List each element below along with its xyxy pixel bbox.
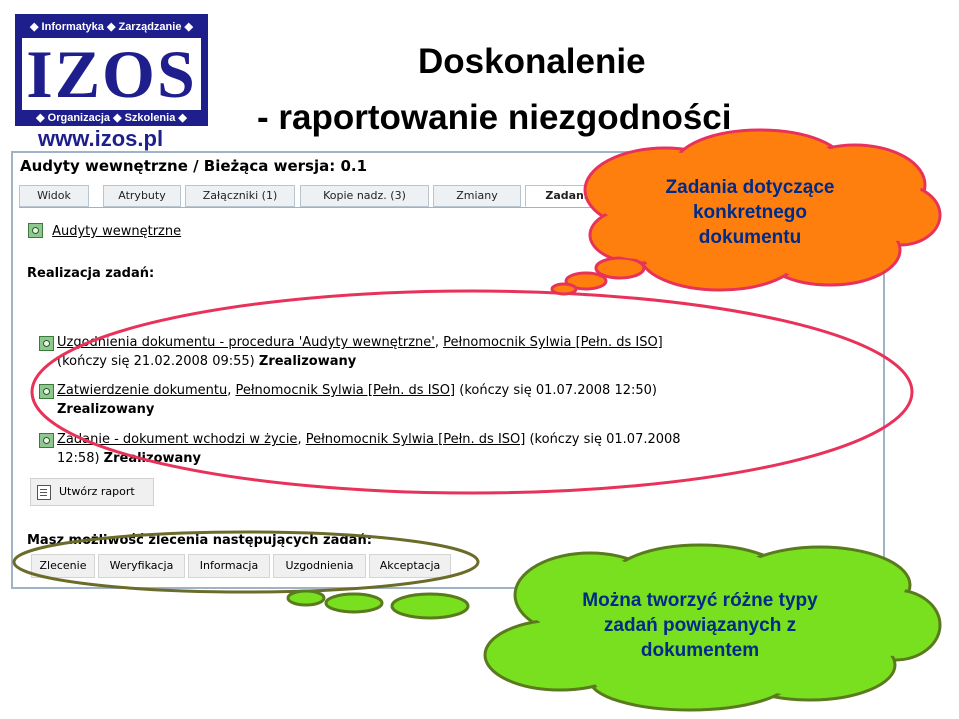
buttons-highlight-ellipse [12,530,480,594]
green-callout-line: Można tworzyć różne typy [582,590,818,611]
orange-callout-text: Zadania dotyczące konkretnego dokumentu [600,175,900,250]
orange-callout-line: dokumentu [698,227,802,248]
orange-callout-line: Zadania dotyczące [665,177,835,198]
green-callout-text: Można tworzyć różne typy zadań powiązany… [520,588,880,663]
green-callout-line: dokumentem [640,640,760,661]
tasks-highlight-ellipse [30,289,914,495]
green-callout-line: zadań powiązanych z [603,615,797,636]
orange-callout-line: konkretnego [692,202,808,223]
